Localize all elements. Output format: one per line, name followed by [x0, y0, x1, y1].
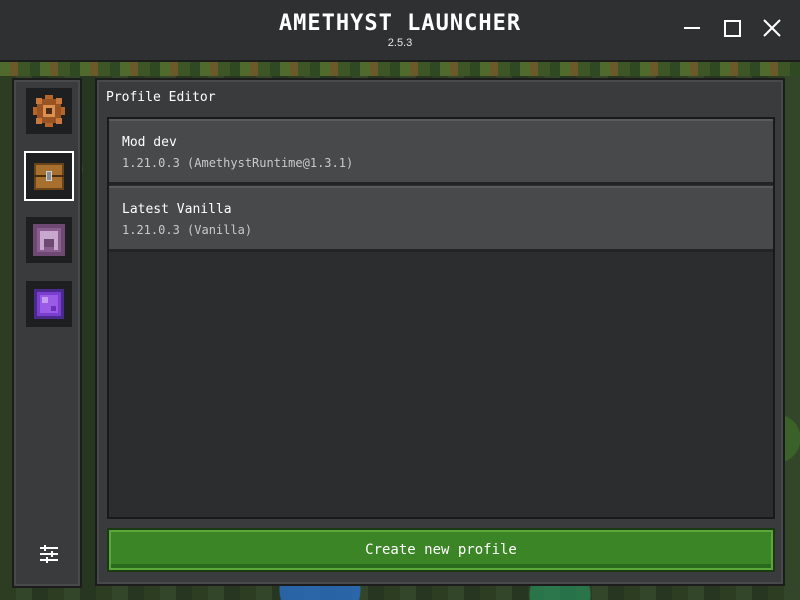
maximize-icon	[723, 19, 741, 37]
settings-button[interactable]	[37, 542, 61, 566]
sliders-icon	[40, 545, 58, 563]
profile-name: Mod dev	[122, 135, 177, 150]
profile-list[interactable]: Mod dev 1.21.0.3 (AmethystRuntime@1.3.1)…	[107, 117, 775, 519]
chest-icon	[34, 163, 64, 190]
profile-name: Latest Vanilla	[122, 202, 232, 217]
amethyst-block-icon	[34, 289, 64, 319]
panel-title: Profile Editor	[106, 90, 216, 105]
sidebar	[12, 78, 82, 588]
sidebar-item-settings-gear[interactable]	[26, 88, 72, 134]
sidebar-item-profiles[interactable]	[24, 151, 74, 201]
profile-editor-panel: Profile Editor Mod dev 1.21.0.3 (Amethys…	[95, 78, 785, 586]
close-button[interactable]	[758, 14, 786, 42]
minimize-button[interactable]	[678, 14, 706, 42]
profile-version: 1.21.0.3 (Vanilla)	[122, 223, 253, 237]
gear-icon	[33, 95, 65, 127]
profile-item-latest-vanilla[interactable]: Latest Vanilla 1.21.0.3 (Vanilla)	[109, 186, 773, 252]
sidebar-item-armor[interactable]	[26, 217, 72, 263]
background-foliage-strip	[0, 62, 800, 76]
close-icon	[763, 19, 781, 37]
create-new-profile-button[interactable]: Create new profile	[107, 528, 775, 572]
title-bar[interactable]: AMETHYST LAUNCHER 2.5.3	[0, 0, 800, 62]
profile-item-mod-dev[interactable]: Mod dev 1.21.0.3 (AmethystRuntime@1.3.1)	[109, 119, 773, 185]
profile-version: 1.21.0.3 (AmethystRuntime@1.3.1)	[122, 156, 354, 170]
minimize-icon	[684, 27, 700, 29]
helmet-icon	[33, 224, 65, 256]
maximize-button[interactable]	[718, 14, 746, 42]
sidebar-item-amethyst[interactable]	[26, 281, 72, 327]
